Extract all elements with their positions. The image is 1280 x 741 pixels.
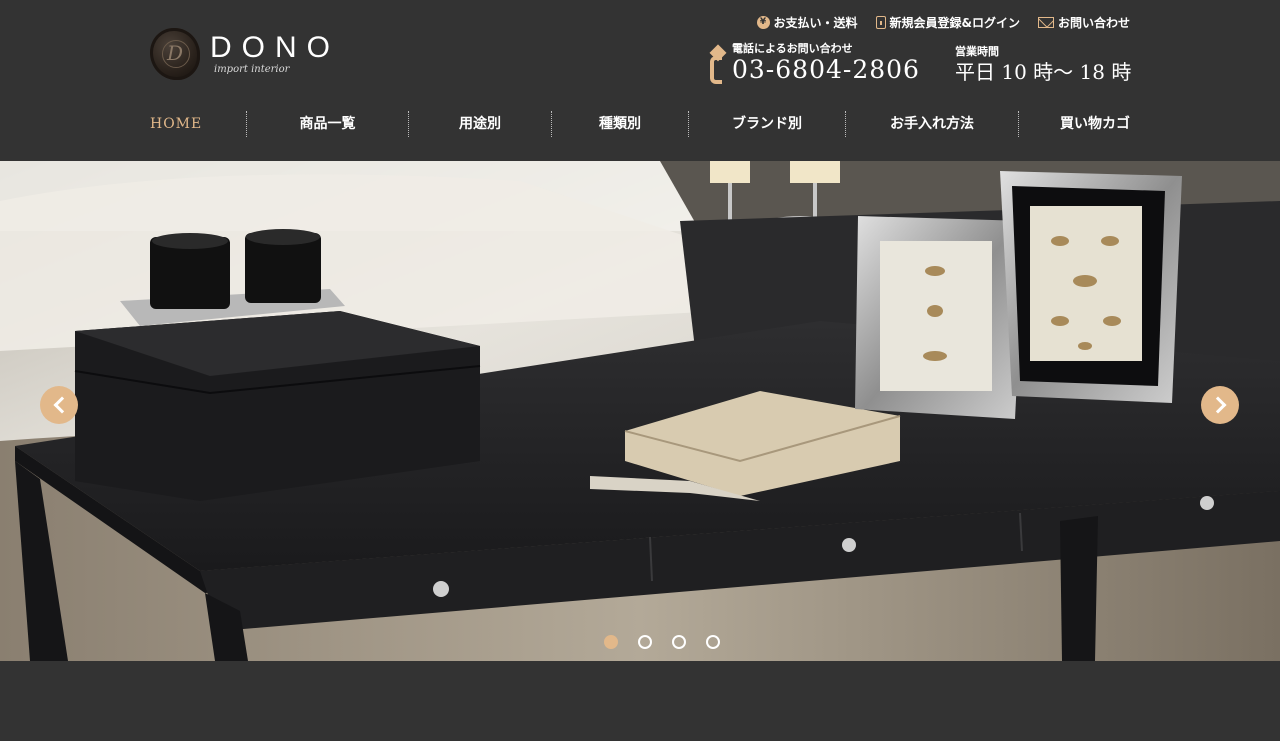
chevron-right-icon (1209, 396, 1226, 414)
payment-shipping-link[interactable]: ¥ お支払い・送料 (756, 14, 858, 31)
slider-dot-4[interactable] (706, 635, 720, 649)
lock-icon (875, 16, 886, 29)
nav-cart[interactable]: 買い物カゴ (1019, 110, 1130, 138)
nav-care[interactable]: お手入れ方法 (846, 110, 1018, 138)
brand-subtitle: import interior (214, 64, 290, 75)
slide-image (0, 161, 1280, 661)
nav-home[interactable]: HOME (150, 110, 246, 138)
page-below-fold (0, 661, 1280, 741)
brand-name: DONO (210, 31, 340, 64)
business-hours: 営業時間 平日 10 時〜 18 時 (955, 45, 1131, 85)
phone-number: 03-6804-2806 (732, 55, 920, 84)
slider-dot-1[interactable] (604, 635, 618, 649)
register-login-link[interactable]: 新規会員登録&ログイン (875, 14, 1020, 31)
slider-dot-3[interactable] (672, 635, 686, 649)
wax-seal-icon: D (150, 28, 200, 80)
hours-value: 平日 10 時〜 18 時 (955, 60, 1132, 84)
phone-label: 電話によるお問い合わせ (732, 42, 853, 55)
slider-pagination (604, 635, 720, 649)
yen-icon: ¥ (756, 16, 770, 29)
nav-by-use[interactable]: 用途別 (409, 110, 551, 138)
phone-icon (710, 44, 726, 84)
nav-by-brand[interactable]: ブランド別 (689, 110, 845, 138)
hours-label: 営業時間 (955, 45, 999, 58)
contact-link[interactable]: お問い合わせ (1037, 14, 1130, 31)
logo[interactable]: D DONO import interior (150, 28, 340, 80)
utility-links: ¥ お支払い・送料 新規会員登録&ログイン お問い合わせ (756, 14, 1130, 31)
slider-dot-2[interactable] (638, 635, 652, 649)
hero-slider (0, 161, 1280, 661)
slider-next-button[interactable] (1201, 386, 1239, 424)
chevron-left-icon (53, 396, 70, 414)
slider-prev-button[interactable] (40, 386, 78, 424)
phone-contact[interactable]: 電話によるお問い合わせ 03-6804-2806 (710, 42, 920, 84)
site-header: D DONO import interior ¥ お支払い・送料 新規会員登録&… (0, 0, 1280, 161)
nav-by-type[interactable]: 種類別 (552, 110, 688, 138)
main-nav: HOME 商品一覧 用途別 種類別 ブランド別 お手入れ方法 買い物カゴ (150, 110, 1130, 138)
nav-products[interactable]: 商品一覧 (247, 110, 408, 138)
mail-icon (1037, 17, 1054, 28)
